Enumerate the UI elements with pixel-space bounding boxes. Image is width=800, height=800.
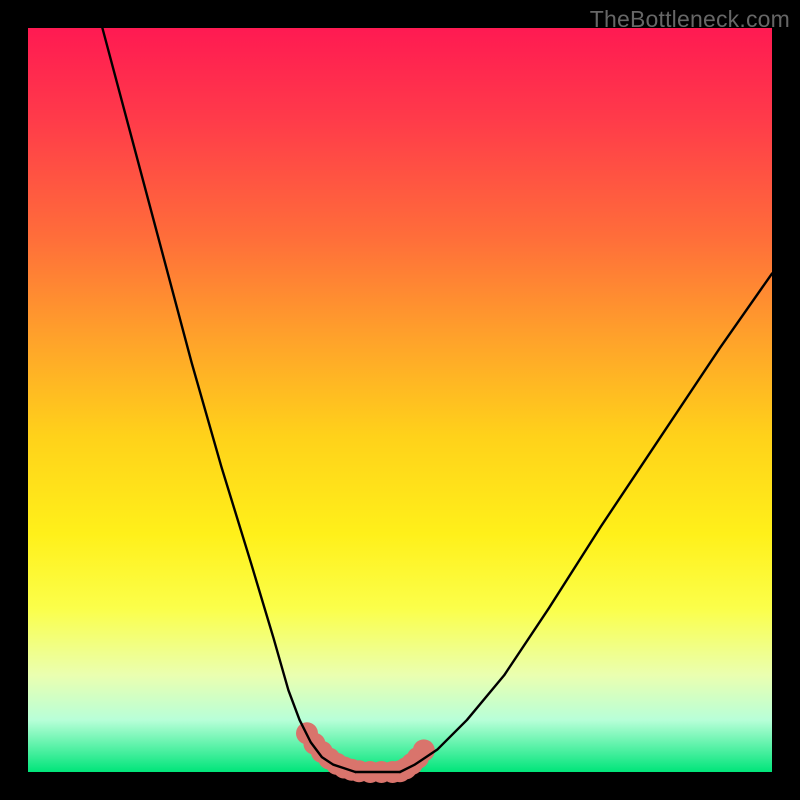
chart-svg — [28, 28, 772, 772]
watermark: TheBottleneck.com — [590, 6, 790, 33]
bottleneck-curve — [102, 28, 772, 772]
chart-plot-area — [28, 28, 772, 772]
highlight-markers — [296, 722, 435, 783]
